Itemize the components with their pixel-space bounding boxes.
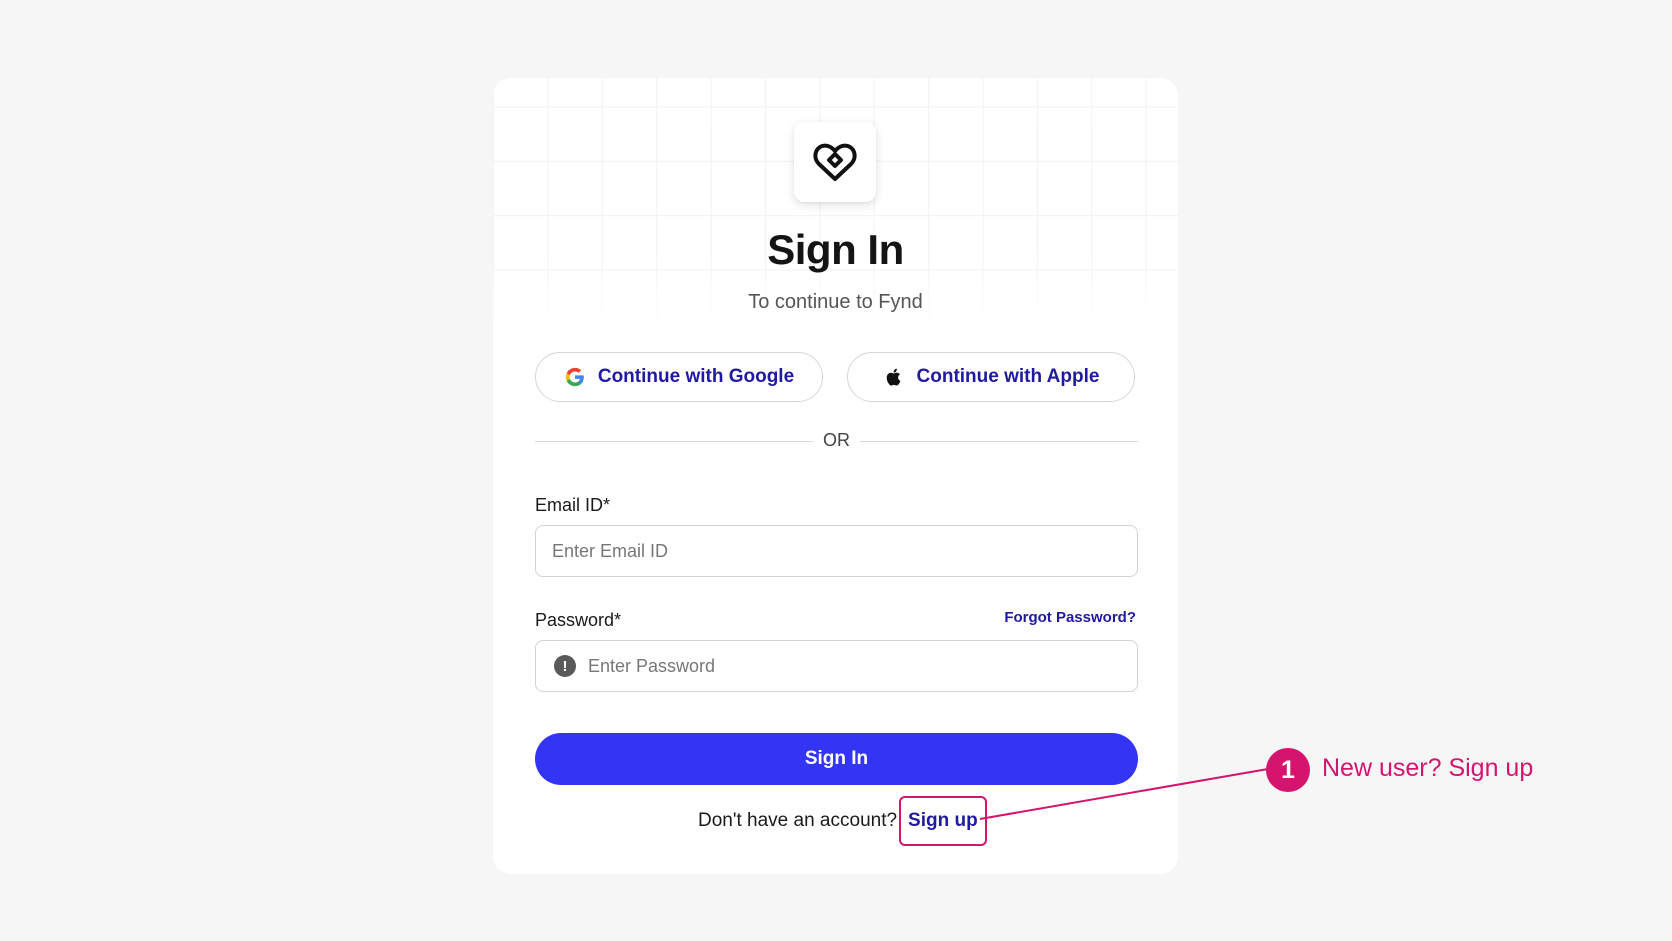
continue-with-google-label: Continue with Google: [597, 366, 795, 387]
annotation-label: New user? Sign up: [1322, 754, 1534, 782]
or-divider: OR: [535, 430, 1138, 454]
app-logo: [794, 122, 876, 202]
email-field[interactable]: Enter Email ID: [535, 525, 1138, 577]
sign-in-button[interactable]: Sign In: [535, 733, 1138, 785]
alert-circle-icon: !: [554, 655, 576, 677]
password-label: Password*: [535, 610, 622, 630]
apple-icon: [886, 368, 900, 386]
password-field[interactable]: ! Enter Password: [535, 640, 1138, 692]
annotation-number-badge: 1: [1266, 748, 1310, 792]
divider-line-right: [860, 441, 1138, 442]
signup-prompt: Don't have an account?: [698, 810, 898, 831]
signin-card: Sign In To continue to Fynd Continue wit…: [493, 78, 1178, 874]
page-subtitle: To continue to Fynd: [748, 291, 923, 313]
signup-link[interactable]: Sign up: [899, 796, 987, 846]
signup-row: Don't have an account? Sign up: [698, 796, 987, 846]
email-placeholder: Enter Email ID: [552, 540, 669, 561]
continue-with-apple-label: Continue with Apple: [916, 366, 1100, 387]
forgot-password-link[interactable]: Forgot Password?: [1004, 609, 1136, 626]
continue-with-google-button[interactable]: Continue with Google: [535, 352, 823, 402]
email-label: Email ID*: [535, 495, 611, 515]
continue-with-apple-button[interactable]: Continue with Apple: [847, 352, 1135, 402]
heart-link-logo-icon: [813, 143, 857, 181]
page-title: Sign In: [767, 226, 904, 273]
google-icon: [565, 367, 584, 387]
password-placeholder: Enter Password: [588, 655, 716, 676]
